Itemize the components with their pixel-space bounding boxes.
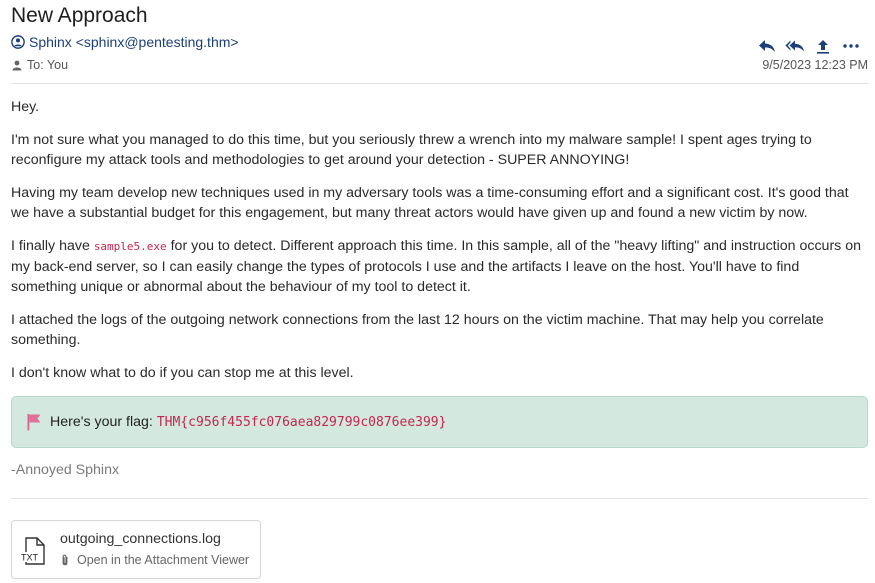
sender-address: Sphinx <sphinx@pentesting.thm> (29, 34, 239, 50)
attachment-filename: outgoing_connections.log (60, 531, 221, 547)
more-button[interactable] (841, 38, 861, 54)
body-paragraph: I finally have sample5.exe for you to de… (11, 236, 863, 297)
email-body: Hey. I'm not sure what you managed to do… (11, 97, 863, 396)
forward-button[interactable] (813, 38, 833, 54)
sample-filename: sample5.exe (93, 240, 167, 253)
reply-all-button[interactable] (785, 38, 805, 54)
recipient: To: You (12, 58, 68, 72)
flag-callout: Here's your flag: THM{c956f455fc076aea82… (11, 396, 868, 448)
attachment-card[interactable]: TXT outgoing_connections.log Open in the… (11, 520, 261, 579)
forward-icon (817, 39, 829, 54)
body-paragraph: Having my team develop new techniques us… (11, 185, 849, 221)
body-paragraph: I don't know what to do if you can stop … (11, 365, 354, 381)
person-circle-icon (11, 35, 25, 49)
text-file-icon: TXT (20, 537, 45, 565)
paperclip-icon (62, 554, 68, 565)
email-subject: New Approach (11, 4, 148, 27)
flag-icon (27, 414, 41, 431)
signature: -Annoyed Sphinx (11, 462, 120, 478)
email-actions (757, 38, 861, 54)
open-attachment-link[interactable]: Open in the Attachment Viewer (60, 553, 249, 567)
reply-icon (759, 40, 775, 52)
file-type-label: TXT (21, 553, 39, 563)
flag-label: Here's your flag: (50, 414, 153, 430)
reply-button[interactable] (757, 38, 777, 54)
flag-value: THM{c956f455fc076aea829799c0876ee399} (156, 414, 447, 430)
header-divider (11, 83, 868, 84)
more-icon (843, 44, 859, 48)
reply-all-icon (785, 40, 805, 52)
body-greeting: Hey. (11, 99, 40, 115)
body-paragraph: I attached the logs of the outgoing netw… (11, 312, 824, 348)
body-text: I finally have (11, 238, 94, 254)
body-paragraph: I'm not sure what you managed to do this… (11, 132, 812, 168)
recipient-label: To: You (27, 58, 69, 72)
attachment-divider (11, 498, 868, 499)
email-date: 9/5/2023 12:23 PM (762, 58, 868, 72)
open-attachment-label: Open in the Attachment Viewer (77, 553, 250, 567)
user-icon (12, 60, 22, 70)
sender[interactable]: Sphinx <sphinx@pentesting.thm> (11, 34, 239, 50)
